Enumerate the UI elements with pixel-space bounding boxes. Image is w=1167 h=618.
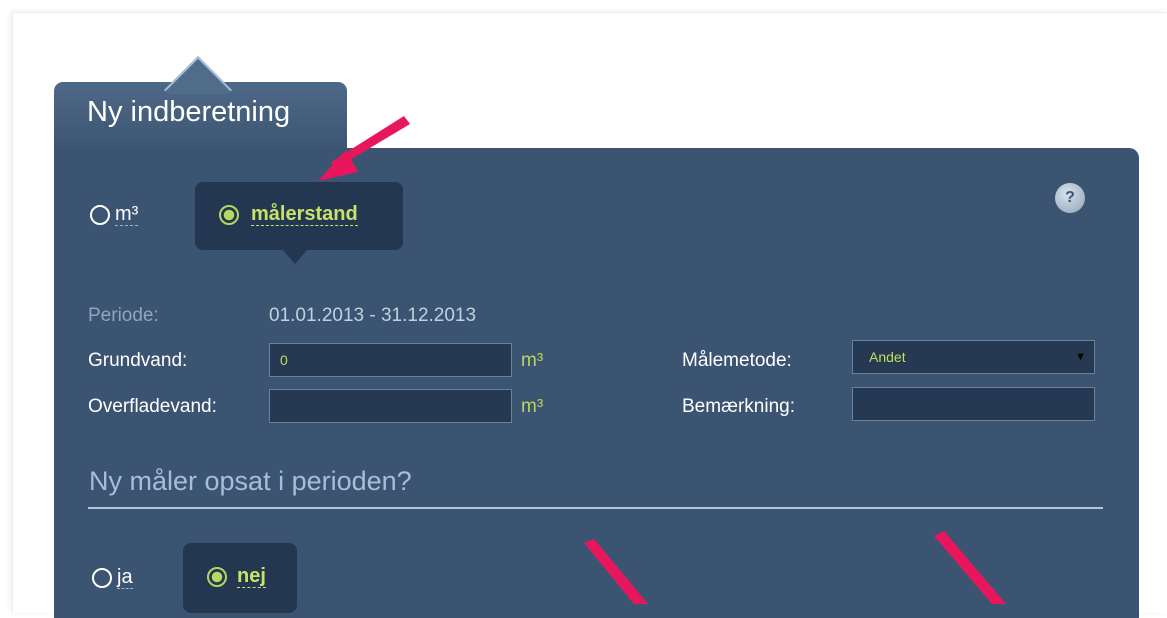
annotation-arrows: [318, 116, 1006, 604]
annotation-arrow-icon: [584, 539, 648, 604]
annotation-arrow-icon: [318, 116, 410, 181]
annotation-arrow-icon: [934, 531, 1006, 604]
